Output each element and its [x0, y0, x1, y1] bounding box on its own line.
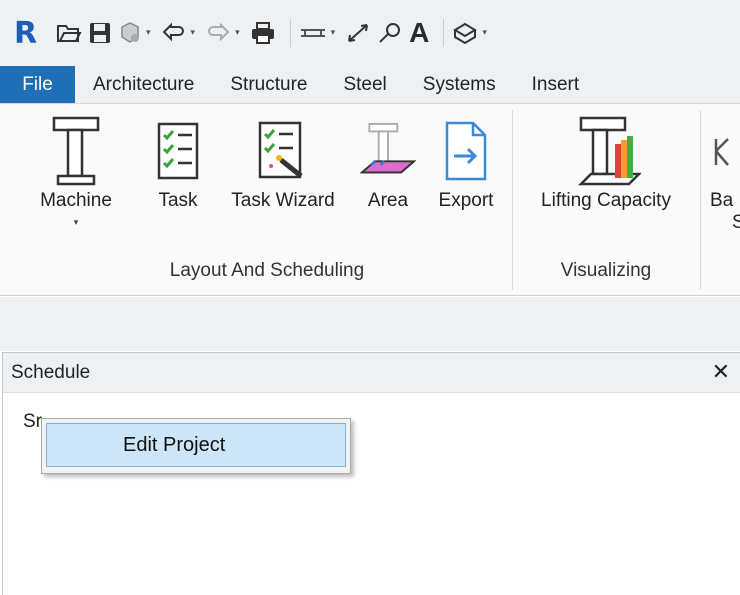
partial-button[interactable]: Ba S — [710, 112, 740, 234]
partial-label: Ba — [710, 190, 734, 211]
schedule-panel-title: Schedule — [11, 361, 91, 383]
machine-dropdown-icon[interactable]: ▾ — [28, 218, 124, 228]
lifting-capacity-label: Lifting Capacity — [541, 190, 671, 211]
3d-view-dropdown-icon[interactable]: ▾ — [482, 28, 487, 38]
schedule-panel-header: Schedule ✕ — [3, 353, 740, 393]
ribbon: Machine ▾ Task Task Wizard Area Export L… — [0, 104, 740, 296]
schedule-tree-item[interactable]: Sr — [23, 411, 42, 433]
ribbon-bottom-band — [0, 297, 740, 351]
task-wizard-label: Task Wizard — [231, 190, 335, 211]
machine-button[interactable]: Machine ▾ — [28, 112, 124, 228]
sync-icon[interactable]: ▾ — [118, 18, 155, 48]
undo-dropdown-icon[interactable]: ▾ — [191, 28, 196, 38]
tab-steel[interactable]: Steel — [325, 66, 404, 103]
tab-architecture[interactable]: Architecture — [75, 66, 212, 103]
task-button[interactable]: Task — [154, 112, 202, 212]
tab-structure[interactable]: Structure — [212, 66, 325, 103]
save-icon[interactable] — [88, 18, 112, 48]
context-menu: Edit Project — [41, 418, 351, 474]
task-checklist-icon — [154, 112, 202, 190]
3d-view-icon[interactable]: ▾ — [452, 18, 491, 48]
machine-icon — [28, 112, 124, 190]
toolbar-divider — [443, 19, 445, 47]
print-icon[interactable] — [250, 18, 276, 48]
area-label: Area — [367, 190, 409, 211]
tab-insert[interactable]: Insert — [514, 66, 598, 103]
panel-divider — [512, 110, 513, 290]
panel-title-layout-and-scheduling: Layout And Scheduling — [169, 260, 365, 281]
lifting-capacity-icon — [520, 112, 692, 190]
close-icon[interactable]: ✕ — [712, 360, 730, 385]
open-icon[interactable] — [56, 18, 82, 48]
task-wizard-button[interactable]: Task Wizard — [222, 112, 344, 212]
quick-access-toolbar: R ▾ ▾ ▾ ▾ A ▾ — [0, 0, 740, 66]
measure-icon[interactable]: ▾ — [299, 18, 340, 48]
tab-file[interactable]: File — [0, 66, 75, 103]
redo-icon[interactable]: ▾ — [205, 18, 244, 48]
aligned-dimension-icon[interactable] — [345, 18, 371, 48]
area-icon — [360, 112, 416, 190]
context-menu-item-edit-project[interactable]: Edit Project — [46, 423, 346, 467]
text-icon[interactable]: A — [409, 17, 429, 48]
export-icon — [430, 112, 502, 190]
sync-dropdown-icon[interactable]: ▾ — [146, 28, 151, 38]
partial-icon — [710, 112, 740, 190]
redo-dropdown-icon[interactable]: ▾ — [235, 28, 240, 38]
undo-icon[interactable]: ▾ — [161, 18, 200, 48]
tab-systems[interactable]: Systems — [405, 66, 514, 103]
task-label: Task — [158, 190, 198, 211]
lifting-capacity-button[interactable]: Lifting Capacity — [520, 112, 692, 212]
panel-title-visualizing: Visualizing — [560, 260, 652, 281]
area-button[interactable]: Area — [360, 112, 416, 212]
ribbon-tabs: File Architecture Structure Steel System… — [0, 66, 740, 104]
panel-divider — [700, 110, 701, 290]
machine-label: Machine — [40, 190, 112, 211]
partial-label-2: S — [732, 212, 740, 233]
export-button[interactable]: Export — [430, 112, 502, 212]
tag-icon[interactable] — [377, 18, 403, 48]
export-label: Export — [438, 190, 494, 211]
app-logo[interactable]: R — [14, 16, 44, 51]
toolbar-divider — [289, 19, 291, 47]
task-wizard-icon — [222, 112, 344, 190]
measure-dropdown-icon[interactable]: ▾ — [331, 28, 336, 38]
